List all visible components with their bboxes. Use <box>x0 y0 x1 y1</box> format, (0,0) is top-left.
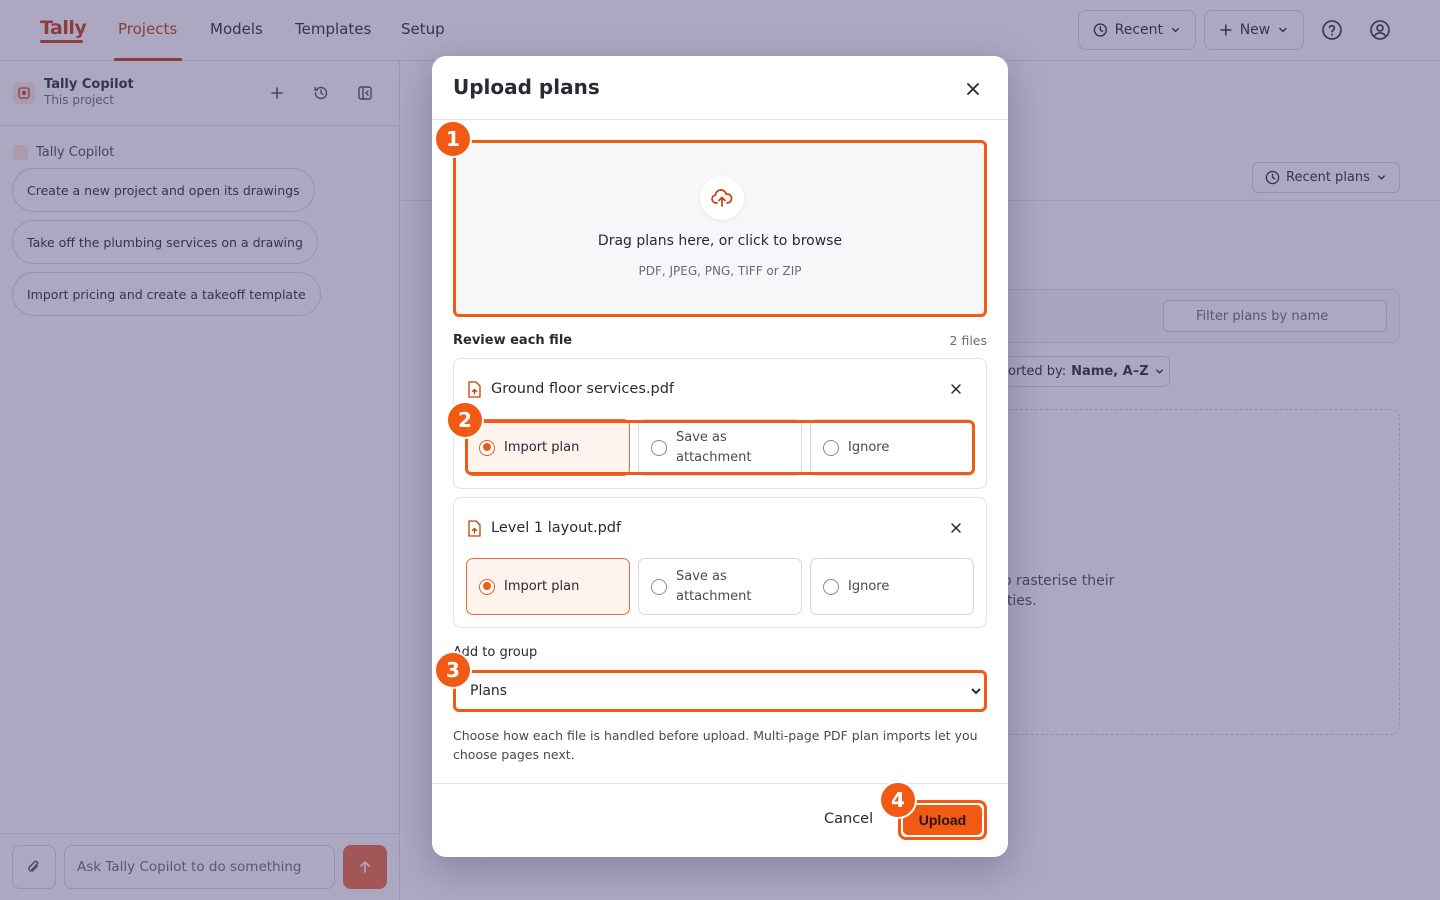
file-name: Level 1 layout.pdf <box>491 520 622 536</box>
step-marker-1: 1 <box>434 120 472 158</box>
divider <box>432 783 1008 784</box>
file-drop-zone[interactable]: Drag plans here, or click to browse PDF,… <box>453 140 987 317</box>
help-text: Choose how each file is handled before u… <box>453 728 978 762</box>
option-import-plan[interactable]: Import plan <box>466 419 630 476</box>
option-ignore[interactable]: Ignore <box>810 419 974 476</box>
file-name: Ground floor services.pdf <box>491 381 675 397</box>
option-label: Import plan <box>504 578 580 594</box>
remove-file-icon[interactable] <box>948 381 964 397</box>
upload-label: Upload <box>903 805 982 835</box>
option-label: Import plan <box>504 439 580 455</box>
option-label: Ignore <box>848 439 890 455</box>
radio-unselected <box>651 578 667 595</box>
files-count: 2 files <box>949 333 987 348</box>
file-card: Level 1 layout.pdf Import plan Save as a… <box>453 497 987 628</box>
close-icon[interactable] <box>962 78 984 100</box>
radio-selected <box>479 439 495 456</box>
step-marker-2: 2 <box>446 401 484 439</box>
dialog-title: Upload plans <box>453 75 600 99</box>
drop-zone-formats: PDF, JPEG, PNG, TIFF or ZIP <box>638 264 802 278</box>
upload-cloud-icon <box>700 176 744 220</box>
option-label: Ignore <box>848 578 890 594</box>
drop-zone-label: Drag plans here, or click to browse <box>597 233 843 249</box>
group-select[interactable]: Plans <box>453 670 987 712</box>
option-label: Save as attachment <box>676 568 752 604</box>
divider <box>432 119 1008 120</box>
step-marker-4: 4 <box>879 781 917 819</box>
option-label: Save as attachment <box>676 429 752 465</box>
option-ignore[interactable]: Ignore <box>810 558 974 615</box>
review-label: Review each file <box>453 333 573 348</box>
step-marker-3: 3 <box>434 651 472 689</box>
radio-unselected <box>823 578 839 595</box>
file-upload-icon <box>468 520 481 537</box>
cancel-button[interactable]: Cancel <box>812 804 885 834</box>
option-save-attachment[interactable]: Save as attachment <box>638 558 802 615</box>
remove-file-icon[interactable] <box>948 520 964 536</box>
radio-unselected <box>651 439 667 456</box>
file-card: Ground floor services.pdf Import plan Sa… <box>453 358 987 489</box>
radio-selected <box>479 578 495 595</box>
file-upload-icon <box>468 381 481 398</box>
upload-plans-dialog: Upload plans Drag plans here, or click t… <box>432 56 1008 857</box>
radio-unselected <box>823 439 839 456</box>
option-save-attachment[interactable]: Save as attachment <box>638 419 802 476</box>
option-import-plan[interactable]: Import plan <box>466 558 630 615</box>
